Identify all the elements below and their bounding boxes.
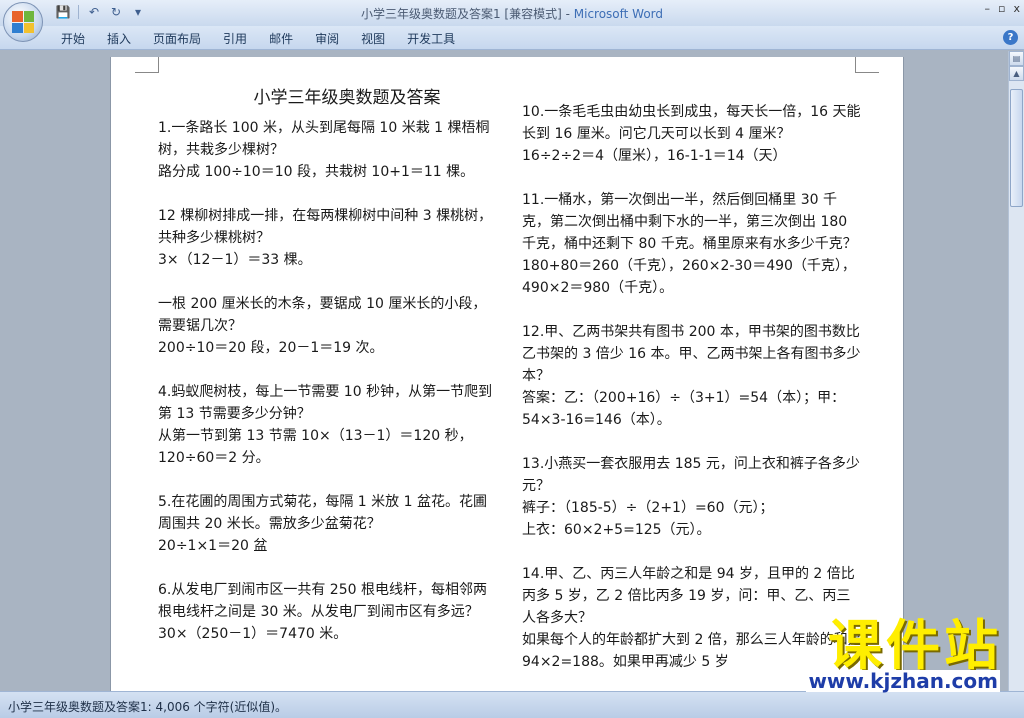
title-bar: 💾 ↶ ↻ ▾ 小学三年级奥数题及答案1 [兼容模式] - Microsoft …: [0, 0, 1024, 42]
tab-review[interactable]: 审阅: [304, 30, 350, 48]
paragraph: 答案：乙：（200+16）÷（3+1）=54（本）；甲：54×3-16=146（…: [522, 387, 862, 431]
restore-button[interactable]: ▫: [998, 2, 1005, 15]
ribbon-tab-bar: 开始 插入 页面布局 引用 邮件 审阅 视图 开发工具 ?: [0, 26, 1024, 50]
paragraph-text: 13.小燕买一套衣服用去 185 元，问上衣和裤子各多少元？: [522, 456, 860, 494]
paragraph-text: 如果每个人的年龄都扩大到 2 倍，那么三人年龄的和是 94×2=188。如果甲再…: [522, 632, 862, 670]
paragraph: 从第一节到第 13 节需 10×（13－1）＝120 秒，120÷60＝2 分。: [158, 425, 496, 469]
paragraph: 16÷2÷2＝4（厘米），16-1-1＝14（天）: [522, 145, 862, 167]
help-icon[interactable]: ?: [1003, 30, 1018, 45]
paragraph-text: 200÷10＝20 段，20－1＝19 次。: [158, 340, 384, 356]
paragraph-text: 180+80＝260（千克），260×2-30＝490（千克），490×2＝98…: [522, 258, 856, 296]
paragraph-text: 上衣：60×2+5=125（元）。: [522, 522, 711, 538]
scroll-thumb[interactable]: [1010, 89, 1023, 207]
status-text: 小学三年级奥数题及答案1: 4,006 个字符(近似值)。: [8, 700, 288, 714]
close-button[interactable]: x: [1013, 2, 1020, 15]
paragraph-text: 12.甲、乙两书架共有图书 200 本，甲书架的图书数比乙书架的 3 倍少 16…: [522, 324, 861, 384]
document-name: 小学三年级奥数题及答案1 [兼容模式] -: [360, 7, 574, 21]
paragraph-text: 一根 200 厘米长的木条，要锯成 10 厘米长的小段，需要锯几次？: [158, 296, 487, 334]
office-logo-icon: [12, 11, 34, 33]
paragraph-text: 14.甲、乙、丙三人年龄之和是 94 岁，且甲的 2 倍比丙多 5 岁，乙 2 …: [522, 566, 855, 626]
paragraph-text: 3×（12－1）＝33 棵。: [158, 252, 312, 268]
paragraph: 6.从发电厂到闹市区一共有 250 根电线杆，每相邻两根电线杆之间是 30 米。…: [158, 579, 496, 623]
paragraph: 180+80＝260（千克），260×2-30＝490（千克），490×2＝98…: [522, 255, 862, 299]
paragraph: 20÷1×1＝20 盆: [158, 535, 496, 557]
paragraph: 裤子：（185-5）÷（2+1）=60（元）；: [522, 497, 862, 519]
vertical-scrollbar[interactable]: ▤ ▲: [1008, 51, 1024, 691]
paragraph-text: 路分成 100÷10＝10 段，共栽树 10+1＝11 棵。: [158, 164, 475, 180]
minimize-button[interactable]: –: [985, 2, 991, 15]
right-column: 10.一条毛毛虫由幼虫长到成虫，每天长一倍，16 天能长到 16 厘米。问它几天…: [522, 101, 862, 673]
paragraph-text: 20÷1×1＝20 盆: [158, 538, 268, 554]
paragraph-text: 1.一条路长 100 米，从头到尾每隔 10 米栽 1 棵梧桐树，共栽多少棵树？: [158, 120, 490, 158]
window-controls: – ▫ x: [985, 2, 1020, 15]
left-column: 小学三年级奥数题及答案 1.一条路长 100 米，从头到尾每隔 10 米栽 1 …: [158, 87, 496, 645]
paragraph-text: 11.一桶水，第一次倒出一半，然后倒回桶里 30 千克，第二次倒出桶中剩下水的一…: [522, 192, 857, 252]
document-title: 小学三年级奥数题及答案: [253, 88, 441, 108]
scroll-up-icon[interactable]: ▲: [1009, 66, 1024, 81]
paragraph-text: 6.从发电厂到闹市区一共有 250 根电线杆，每相邻两根电线杆之间是 30 米。…: [158, 582, 487, 620]
window-title: 小学三年级奥数题及答案1 [兼容模式] - Microsoft Word: [0, 5, 1024, 22]
tab-view[interactable]: 视图: [350, 30, 396, 48]
paragraph: 30×（250－1）＝7470 米。: [158, 623, 496, 645]
paragraph: 11.一桶水，第一次倒出一半，然后倒回桶里 30 千克，第二次倒出桶中剩下水的一…: [522, 189, 862, 255]
paragraph-text: 答案：乙：（200+16）÷（3+1）=54（本）；甲：54×3-16=146（…: [522, 390, 846, 428]
paragraph: 14.甲、乙、丙三人年龄之和是 94 岁，且甲的 2 倍比丙多 5 岁，乙 2 …: [522, 563, 862, 629]
paragraph-text: 5.在花圃的周围方式菊花，每隔 1 米放 1 盆花。花圃周围共 20 米长。需放…: [158, 494, 487, 532]
tab-references[interactable]: 引用: [212, 30, 258, 48]
watermark-logo: 课件站: [828, 614, 1002, 677]
paragraph: 5.在花圃的周围方式菊花，每隔 1 米放 1 盆花。花圃周围共 20 米长。需放…: [158, 491, 496, 535]
paragraph-text: 16÷2÷2＝4（厘米），16-1-1＝14（天）: [522, 148, 787, 164]
app-name: Microsoft Word: [573, 7, 664, 21]
paragraph: 路分成 100÷10＝10 段，共栽树 10+1＝11 棵。: [158, 161, 496, 183]
paragraph-text: 从第一节到第 13 节需 10×（13－1）＝120 秒，120÷60＝2 分。: [158, 428, 473, 466]
status-bar: 小学三年级奥数题及答案1: 4,006 个字符(近似值)。: [0, 691, 1024, 718]
paragraph: 13.小燕买一套衣服用去 185 元，问上衣和裤子各多少元？: [522, 453, 862, 497]
paragraph: 12 棵柳树排成一排，在每两棵柳树中间种 3 棵桃树，共种多少棵桃树？: [158, 205, 496, 249]
tab-page-layout[interactable]: 页面布局: [142, 30, 212, 48]
paragraph: 上衣：60×2+5=125（元）。: [522, 519, 862, 541]
paragraph-text: 裤子：（185-5）÷（2+1）=60（元）；: [522, 500, 774, 516]
crop-mark: [135, 57, 159, 73]
paragraph: 3×（12－1）＝33 棵。: [158, 249, 496, 271]
paragraph-text: 10.一条毛毛虫由幼虫长到成虫，每天长一倍，16 天能长到 16 厘米。问它几天…: [522, 104, 861, 142]
tab-insert[interactable]: 插入: [96, 30, 142, 48]
paragraph: 12.甲、乙两书架共有图书 200 本，甲书架的图书数比乙书架的 3 倍少 16…: [522, 321, 862, 387]
document-workspace: 小学三年级奥数题及答案 1.一条路长 100 米，从头到尾每隔 10 米栽 1 …: [0, 51, 1008, 691]
paragraph-text: 12 棵柳树排成一排，在每两棵柳树中间种 3 棵桃树，共种多少棵桃树？: [158, 208, 493, 246]
paragraph: 4.蚂蚁爬树枝，每上一节需要 10 秒钟，从第一节爬到第 13 节需要多少分钟？: [158, 381, 496, 425]
paragraph: 200÷10＝20 段，20－1＝19 次。: [158, 337, 496, 359]
tab-developer[interactable]: 开发工具: [396, 30, 466, 48]
paragraph: 如果每个人的年龄都扩大到 2 倍，那么三人年龄的和是 94×2=188。如果甲再…: [522, 629, 862, 673]
tab-mailings[interactable]: 邮件: [258, 30, 304, 48]
watermark-url: www.kjzhan.com: [806, 669, 1000, 693]
crop-mark: [855, 57, 879, 73]
paragraph-text: 4.蚂蚁爬树枝，每上一节需要 10 秒钟，从第一节爬到第 13 节需要多少分钟？: [158, 384, 493, 422]
paragraph: 1.一条路长 100 米，从头到尾每隔 10 米栽 1 棵梧桐树，共栽多少棵树？: [158, 117, 496, 161]
office-button[interactable]: [3, 2, 43, 42]
paragraph: 一根 200 厘米长的木条，要锯成 10 厘米长的小段，需要锯几次？: [158, 293, 496, 337]
paragraph: 10.一条毛毛虫由幼虫长到成虫，每天长一倍，16 天能长到 16 厘米。问它几天…: [522, 101, 862, 145]
ruler-toggle-icon[interactable]: ▤: [1009, 51, 1024, 66]
paragraph-text: 30×（250－1）＝7470 米。: [158, 626, 348, 642]
document-page[interactable]: 小学三年级奥数题及答案 1.一条路长 100 米，从头到尾每隔 10 米栽 1 …: [110, 57, 904, 691]
ribbon-tabs: 开始 插入 页面布局 引用 邮件 审阅 视图 开发工具: [50, 30, 466, 48]
tab-home[interactable]: 开始: [50, 30, 96, 48]
